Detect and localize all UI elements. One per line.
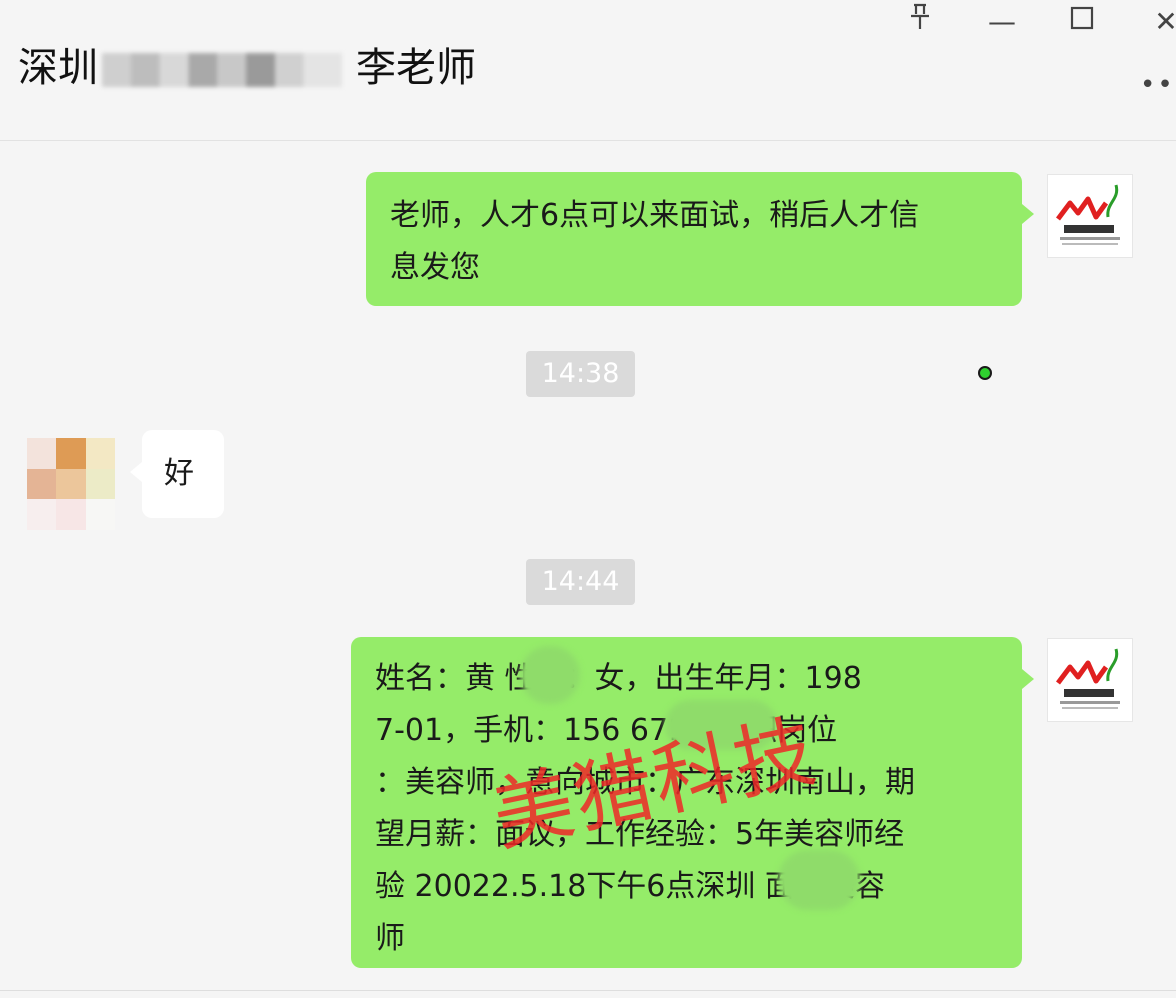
- more-icon[interactable]: ••: [1140, 70, 1175, 100]
- message-line: 老师，人才6点可以来面试，稍后人才信: [390, 198, 920, 233]
- message-bubble-outgoing[interactable]: 姓名：黄 性别：女，出生年月：198 7-01，手机：156 671，求职岗位 …: [351, 637, 1034, 968]
- meilie-logo-icon: [1056, 184, 1120, 245]
- message-line: 验 20022.5.18下午6点深圳 面试美容: [375, 869, 885, 904]
- contact-name: 李老师: [356, 45, 476, 91]
- minimize-icon[interactable]: —: [982, 2, 1022, 42]
- message-line: 息发您: [390, 250, 480, 285]
- chat-title-prefix: 深圳: [18, 45, 98, 91]
- maximize-icon[interactable]: [1062, 2, 1102, 42]
- message-bubble-outgoing[interactable]: 老师，人才6点可以来面试，稍后人才信 息发您: [366, 172, 1034, 306]
- chat-title: 深圳 李老师: [18, 38, 476, 98]
- close-icon[interactable]: ✕: [1146, 2, 1176, 42]
- message-line: 师: [375, 921, 405, 956]
- redaction-blur: [665, 700, 777, 750]
- title-bar: 深圳 李老师 — ✕ ••: [0, 0, 1176, 141]
- shop-avatar[interactable]: [1047, 638, 1133, 722]
- shop-avatar[interactable]: [1047, 174, 1133, 258]
- redaction-blur: [520, 646, 580, 704]
- divider: [0, 990, 1176, 991]
- message-line: 望月薪：面议，工作经验：5年美容师经: [375, 817, 905, 852]
- user-avatar[interactable]: [27, 438, 115, 530]
- meilie-logo-icon: [1056, 648, 1120, 709]
- message-line: 姓名：黄 性别：女，出生年月：198: [375, 661, 862, 696]
- redaction-blur: [778, 850, 860, 910]
- pin-icon[interactable]: [900, 2, 940, 42]
- message-line: ：美容师，意向城市：广东深圳南山，期: [375, 765, 915, 800]
- message-bubble-incoming[interactable]: 好: [130, 430, 224, 518]
- chat-window: 深圳 李老师 — ✕ •• 老师，人才6点可以来面试，稍后人才信 息发您 14:3…: [0, 0, 1176, 998]
- timestamp: 14:38: [526, 351, 635, 397]
- timestamp: 14:44: [526, 559, 635, 605]
- status-dot: [978, 366, 992, 380]
- redacted-title-segment: [102, 53, 342, 87]
